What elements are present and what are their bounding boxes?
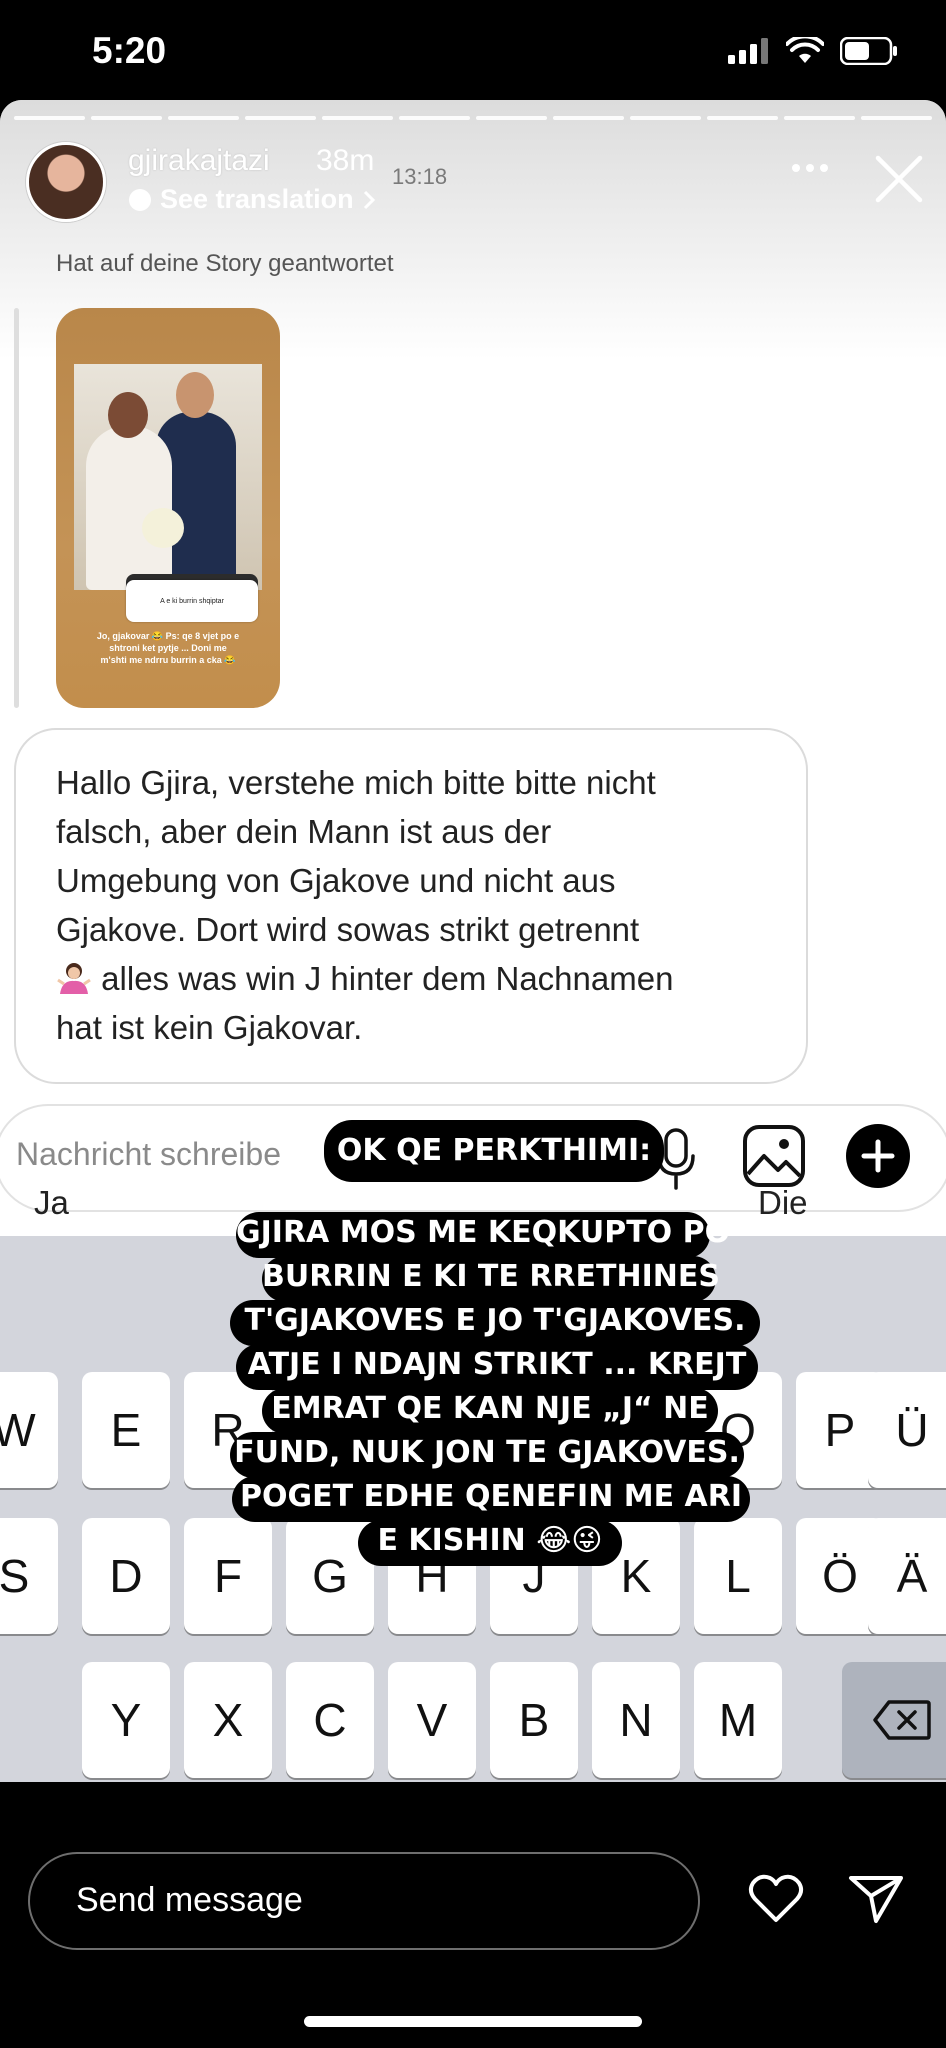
translation-icon bbox=[129, 188, 151, 211]
compose-placeholder: Nachricht schreibe bbox=[16, 1136, 281, 1172]
question-sticker: A e ki burrin shqiptar bbox=[126, 580, 258, 622]
send-message-placeholder: Send message bbox=[76, 1881, 303, 1919]
message-line: hat ist kein Gjakovar. bbox=[56, 1009, 363, 1046]
see-translation-link[interactable]: See translation bbox=[128, 184, 376, 215]
overlay-text-line: FUND, NUK JON TE GJAKOVES. bbox=[230, 1432, 744, 1478]
story-progress-segment bbox=[784, 116, 855, 120]
key-d[interactable]: D bbox=[82, 1518, 170, 1634]
story-answer-text: Jo, gjakovar 😂 Ps: qe 8 vjet po e shtron… bbox=[96, 631, 240, 665]
key-x[interactable]: X bbox=[184, 1662, 272, 1778]
story-progress-segment bbox=[322, 116, 393, 120]
more-options-icon[interactable] bbox=[790, 162, 830, 174]
key-ä[interactable]: Ä bbox=[868, 1518, 946, 1634]
key-v[interactable]: V bbox=[388, 1662, 476, 1778]
story-progress-segment bbox=[399, 116, 470, 120]
key-f[interactable]: F bbox=[184, 1518, 272, 1634]
message-bubble: Hallo Gjira, verstehe mich bitte bitte n… bbox=[14, 728, 808, 1084]
message-line: Umgebung von Gjakove und nicht aus bbox=[56, 862, 616, 899]
message-line-with-emoji: alles was win J hinter dem Nachnamen bbox=[56, 954, 778, 1003]
message-timestamp: 13:18 bbox=[392, 164, 448, 189]
story-age: 38m bbox=[316, 144, 375, 177]
message-line: Gjakove. Dort wird sowas strikt getrennt bbox=[56, 911, 640, 948]
status-icons bbox=[728, 36, 898, 66]
key-m[interactable]: M bbox=[694, 1662, 782, 1778]
overlay-caption: OK QE PERKTHIMI: bbox=[324, 1120, 664, 1182]
bouquet bbox=[142, 508, 184, 548]
story-progress-segment bbox=[245, 116, 316, 120]
overlay-text-line: EMRAT QE KAN NJE „J“ NE bbox=[262, 1388, 718, 1434]
shrug-emoji-icon bbox=[57, 963, 91, 994]
story-progress-segment bbox=[707, 116, 778, 120]
overlay-text-line: E KISHIN 😂😜 bbox=[358, 1520, 622, 1566]
backspace-key[interactable] bbox=[842, 1662, 946, 1778]
story-progress-segment bbox=[14, 116, 85, 120]
key-b[interactable]: B bbox=[490, 1662, 578, 1778]
plus-icon bbox=[861, 1139, 895, 1173]
signal-icon bbox=[728, 38, 768, 64]
key-l[interactable]: L bbox=[694, 1518, 782, 1634]
heart-icon[interactable] bbox=[748, 1874, 804, 1924]
groom-head bbox=[176, 372, 214, 418]
key-ü[interactable]: Ü bbox=[868, 1372, 946, 1488]
wifi-icon bbox=[786, 37, 824, 63]
suggestion-item[interactable]: Die bbox=[758, 1184, 808, 1222]
share-icon[interactable] bbox=[848, 1874, 904, 1924]
story-progress-bar bbox=[14, 116, 932, 120]
chevron-right-icon bbox=[363, 190, 375, 209]
reply-quote-bar bbox=[14, 308, 19, 708]
avatar[interactable] bbox=[26, 142, 106, 222]
message-line: alles was win J hinter dem Nachnamen bbox=[101, 960, 674, 997]
overlay-text-line: GJIRA MOS ME KEQKUPTO PO bbox=[236, 1212, 730, 1258]
story-progress-segment bbox=[553, 116, 624, 120]
story-progress-segment bbox=[168, 116, 239, 120]
story-progress-segment bbox=[476, 116, 547, 120]
key-e[interactable]: E bbox=[82, 1372, 170, 1488]
replied-story-thumbnail[interactable]: A e ki burrin shqiptar Jo, gjakovar 😂 Ps… bbox=[56, 308, 280, 708]
story-reply-note: Hat auf deine Story geantwortet bbox=[56, 250, 394, 277]
gallery-icon[interactable] bbox=[742, 1124, 806, 1188]
close-icon[interactable] bbox=[874, 154, 924, 204]
key-c[interactable]: C bbox=[286, 1662, 374, 1778]
see-translation-label: See translation bbox=[160, 184, 354, 214]
status-bar: 5:20 bbox=[0, 0, 946, 100]
story-username[interactable]: gjirakajtazi bbox=[128, 144, 270, 178]
story-progress-segment bbox=[91, 116, 162, 120]
add-content-button[interactable] bbox=[846, 1124, 910, 1188]
message-line: falsch, aber dein Mann ist aus der bbox=[56, 813, 552, 850]
story-progress-segment bbox=[630, 116, 701, 120]
message-line: Hallo Gjira, verstehe mich bitte bitte n… bbox=[56, 764, 656, 801]
overlay-text-line: POGET EDHE QENEFIN ME ARI bbox=[232, 1476, 750, 1522]
suggestion-item[interactable]: Ja bbox=[34, 1184, 69, 1222]
home-indicator bbox=[304, 2016, 642, 2027]
status-time: 5:20 bbox=[92, 30, 167, 71]
key-s[interactable]: S bbox=[0, 1518, 58, 1634]
story-progress-segment bbox=[861, 116, 932, 120]
key-y[interactable]: Y bbox=[82, 1662, 170, 1778]
key-n[interactable]: N bbox=[592, 1662, 680, 1778]
key-w[interactable]: W bbox=[0, 1372, 58, 1488]
delete-icon bbox=[873, 1700, 931, 1740]
battery-icon bbox=[840, 37, 897, 65]
overlay-text-line: T'GJAKOVES E JO T'GJAKOVES. bbox=[230, 1300, 760, 1346]
overlay-text-line: BURRIN E KI TE RRETHINES bbox=[262, 1256, 720, 1302]
overlay-text-line: ATJE I NDAJN STRIKT ... KREJT bbox=[236, 1344, 758, 1390]
bride-head bbox=[108, 392, 148, 438]
